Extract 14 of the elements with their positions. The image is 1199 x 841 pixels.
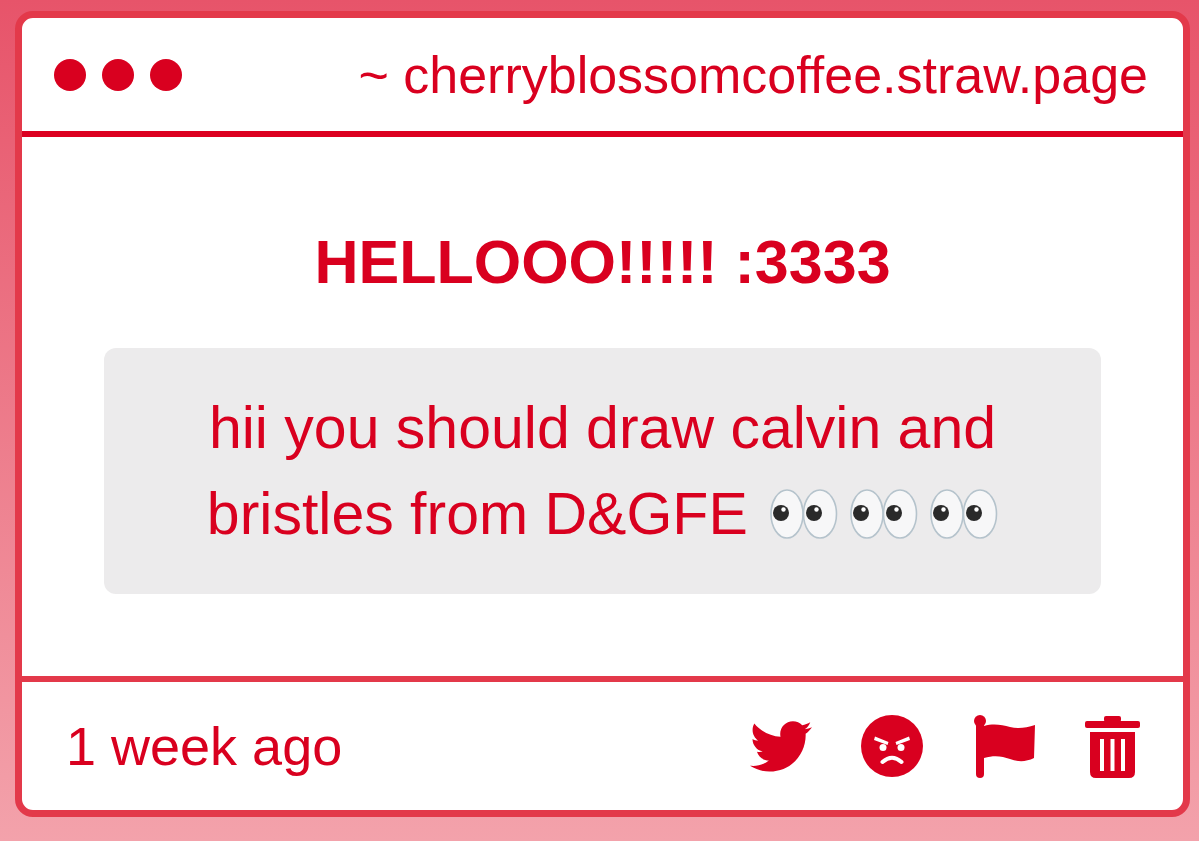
- trash-icon[interactable]: [1085, 714, 1140, 778]
- angry-face-icon[interactable]: [861, 715, 923, 777]
- message-text: hii you should draw calvin and bristles from D&GFE: [206, 395, 999, 547]
- eyes-icon: [930, 489, 999, 539]
- eyes-icon: [770, 489, 839, 539]
- dot-icon: [102, 58, 134, 91]
- post-title: HELLOOO!!!!! :3333: [314, 227, 891, 297]
- dot-icon: [150, 58, 182, 91]
- site-address: ~ cherryblossomcoffee.straw.page: [358, 44, 1148, 105]
- bird-icon[interactable]: [750, 720, 812, 772]
- dot-icon: [54, 58, 86, 91]
- flag-icon[interactable]: [972, 714, 1036, 778]
- post-time: 1 week ago: [66, 715, 343, 777]
- eyes-icon: [850, 489, 919, 539]
